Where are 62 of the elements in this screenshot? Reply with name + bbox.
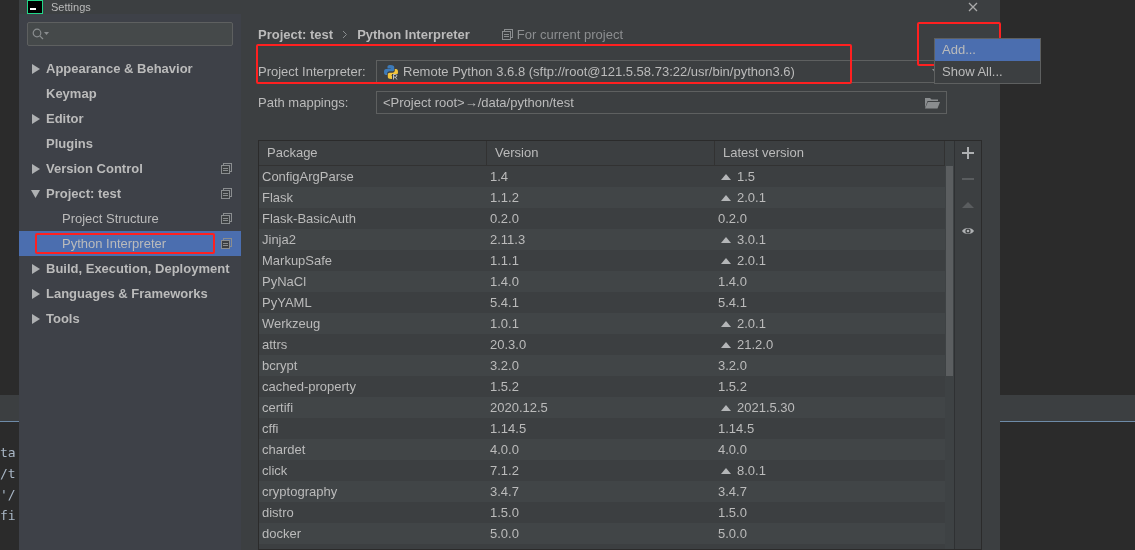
table-cell-text: 0.2.0 (489, 211, 520, 226)
table-cell-text: 1.5.0 (489, 505, 520, 520)
table-cell-text: MarkupSafe (261, 253, 334, 268)
table-cell-text: 1.5.2 (717, 379, 748, 394)
terminal-line: ta (0, 444, 17, 462)
table-cell-text: 0.2.0 (717, 211, 748, 226)
table-cell-text: 1.14.5 (489, 421, 528, 436)
table-cell-text: 2.11.3 (489, 232, 527, 247)
table-cell-text: bcrypt (261, 358, 299, 373)
table-cell-text: 4.0.0 (489, 442, 520, 457)
table-cell-text: 3.2.0 (717, 358, 748, 373)
table-cell-text: 3.4.7 (717, 484, 748, 499)
table-cell-text: 1.5.2 (489, 379, 520, 394)
table-cell: 2021.5.30 (715, 400, 945, 415)
table-cell: 3.0.1 (715, 232, 945, 247)
table-cell-text: 4.0.0 (717, 442, 748, 457)
table-cell: 2.0.1 (715, 253, 945, 268)
scope-label: For current project (516, 26, 624, 42)
terminal-line: /t (0, 465, 17, 483)
table-cell-text: Flask (261, 190, 295, 205)
table-cell: 1.5 (715, 169, 945, 184)
table-cell-text: cffi (261, 421, 280, 436)
table-cell-text: PyNaCl (261, 274, 308, 289)
table-cell-text: 5.4.1 (489, 295, 520, 310)
table-cell: 2.0.1 (715, 190, 945, 205)
table-cell-text: attrs (261, 337, 289, 352)
table-cell-text: 1.1.1 (489, 253, 520, 268)
table-cell-text: 5.4.1 (717, 295, 748, 310)
window-title: Settings (51, 0, 91, 14)
table-cell-text: 1.14.5 (717, 421, 756, 436)
table-cell-text: 1.4.0 (717, 274, 748, 289)
table-cell-text: 2020.12.5 (489, 400, 549, 415)
table-cell-text: cached-property (261, 379, 357, 394)
table-cell-text: certifi (261, 400, 295, 415)
table-cell-text: 5.0.0 (717, 526, 748, 541)
table-cell-text: 1.0.1 (489, 316, 520, 331)
table-cell: 8.0.1 (715, 463, 945, 478)
table-cell-text: Jinja2 (261, 232, 297, 247)
table-cell-text: docker (261, 526, 303, 541)
table-cell: 2.0.1 (715, 316, 945, 331)
table-cell-text: click (261, 463, 289, 478)
table-cell-text: Werkzeug (261, 316, 322, 331)
table-cell-text: chardet (261, 442, 307, 457)
table-cell-text: cryptography (261, 484, 339, 499)
table-cell-text: 1.1.2 (489, 190, 520, 205)
table-cell-text: 1.4.0 (489, 274, 520, 289)
table-cell-text: 5.0.0 (489, 526, 520, 541)
table-cell-text: ConfigArgParse (261, 169, 355, 184)
table-cell-text: 1.5.0 (717, 505, 748, 520)
table-cell-text: Flask-BasicAuth (261, 211, 357, 226)
table-cell-text: 7.1.2 (489, 463, 520, 478)
terminal-line: fi (0, 507, 17, 525)
table-cell-text: 20.3.0 (489, 337, 528, 352)
terminal-line: '/ (0, 486, 17, 504)
field-label: Path mappings: (258, 95, 350, 110)
table-cell-text: 3.4.7 (489, 484, 520, 499)
table-cell-text: 1.4 (489, 169, 510, 184)
field-label: Project Interpreter: (258, 64, 367, 79)
table-cell-text: PyYAML (261, 295, 313, 310)
table-cell-text: distro (261, 505, 295, 520)
table-cell: 21.2.0 (715, 337, 945, 352)
table-cell-text: 3.2.0 (489, 358, 520, 373)
